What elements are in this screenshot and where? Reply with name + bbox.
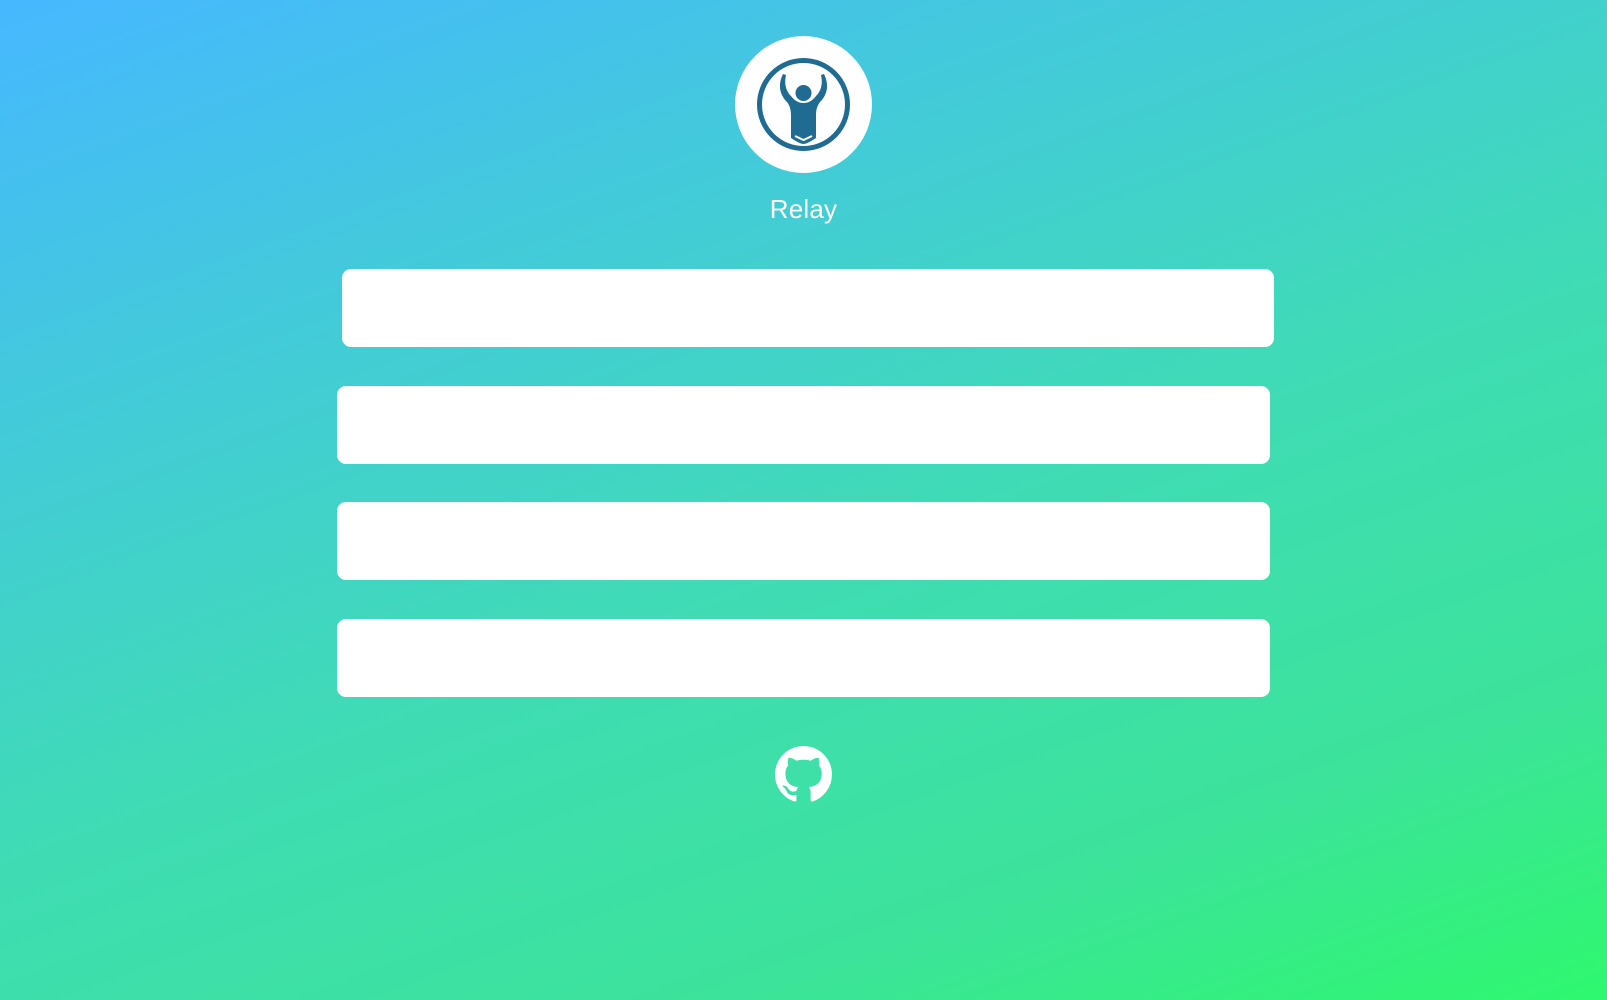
form-field-3[interactable] [337,502,1270,580]
app-logo [735,36,872,173]
person-arms-raised-ring-icon [757,58,850,151]
app-name: Relay [769,194,838,224]
github-icon [775,746,832,802]
form-field-2[interactable] [337,386,1270,464]
form-field-1[interactable] [342,269,1274,347]
form-field-4[interactable] [337,619,1270,697]
github-link[interactable] [775,746,832,803]
